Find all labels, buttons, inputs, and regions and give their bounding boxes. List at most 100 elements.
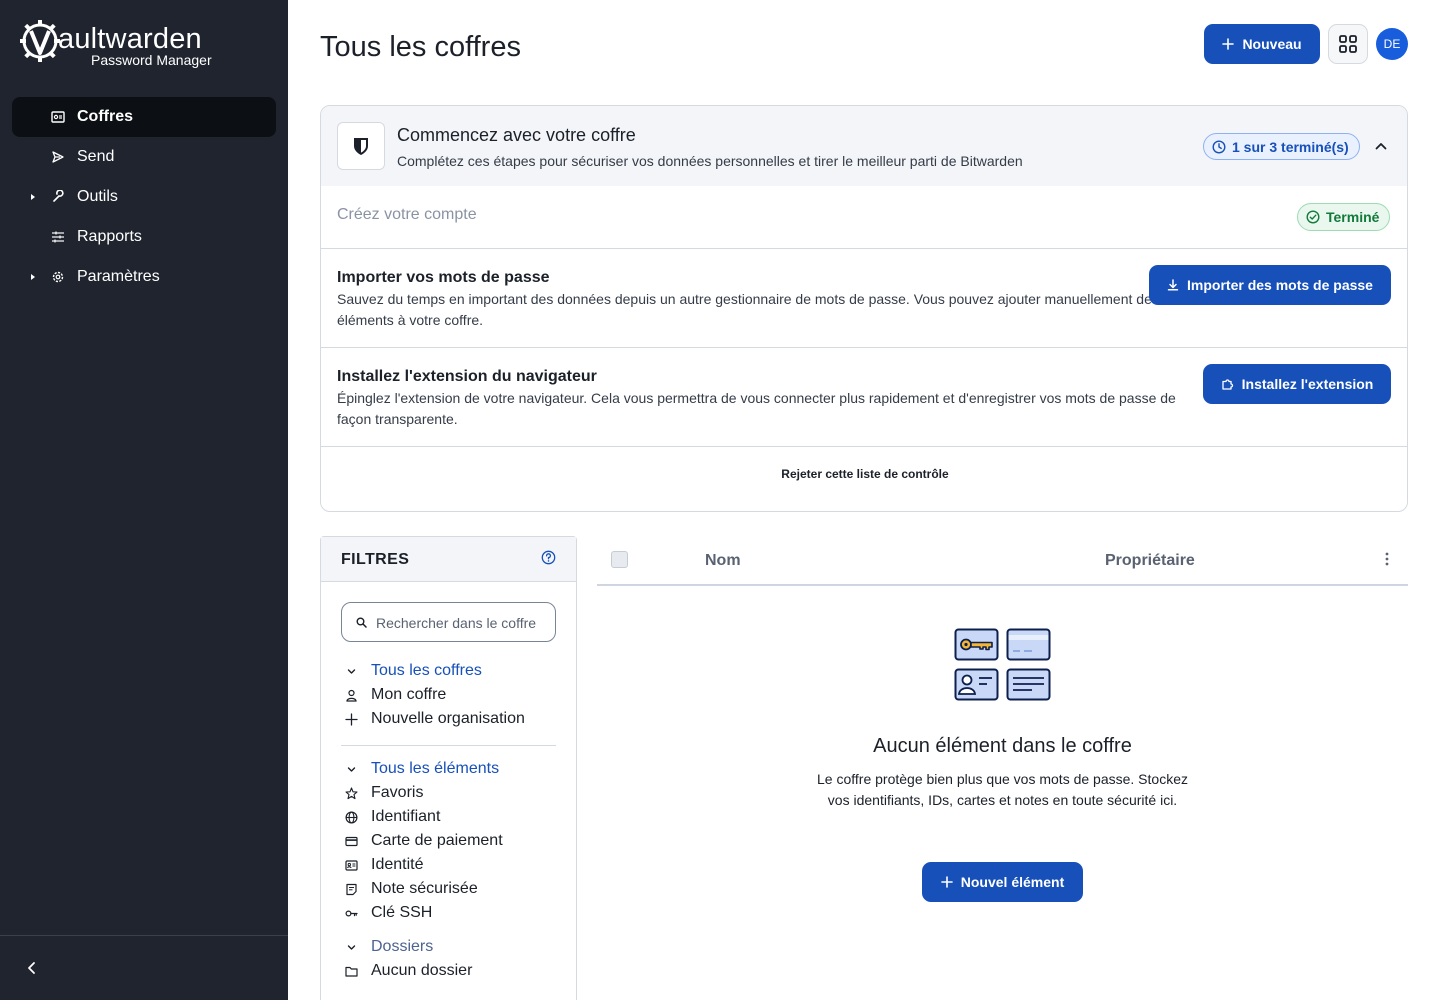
filter-label: Carte de paiement bbox=[371, 832, 503, 849]
column-header-owner[interactable]: Propriétaire bbox=[1105, 552, 1195, 570]
page-title: Tous les coffres bbox=[320, 31, 521, 63]
new-button-label: Nouveau bbox=[1242, 36, 1302, 52]
sidebar-item-outils[interactable]: Outils bbox=[12, 177, 276, 217]
filter-label: Identité bbox=[371, 856, 424, 873]
progress-text: 1 sur 3 terminé(s) bbox=[1232, 138, 1349, 155]
chevron-left-icon[interactable] bbox=[24, 960, 40, 976]
filter-label: Favoris bbox=[371, 784, 424, 801]
filters-title: FILTRES bbox=[341, 551, 410, 568]
avatar-initials: DE bbox=[1383, 37, 1401, 51]
product-switcher-button[interactable] bbox=[1328, 24, 1368, 64]
step-title: Installez l'extension du navigateur bbox=[337, 368, 597, 385]
filter-identity[interactable]: Identité bbox=[341, 854, 556, 876]
caret-right-icon bbox=[31, 194, 35, 200]
download-icon bbox=[1167, 279, 1179, 291]
grid-icon bbox=[1339, 35, 1357, 53]
filter-folders[interactable]: Dossiers bbox=[341, 936, 556, 958]
step-title: Importer vos mots de passe bbox=[337, 269, 550, 286]
filter-label: Note sécurisée bbox=[371, 880, 478, 897]
plus-icon bbox=[940, 876, 953, 888]
vault-icon bbox=[51, 111, 65, 123]
plus-icon bbox=[1222, 38, 1235, 50]
check-circle-icon bbox=[1306, 210, 1320, 224]
filter-no-folder[interactable]: Aucun dossier bbox=[341, 960, 556, 982]
new-item-button-label: Nouvel élément bbox=[960, 874, 1065, 890]
send-icon bbox=[52, 151, 64, 163]
import-passwords-button[interactable]: Importer des mots de passe bbox=[1149, 265, 1391, 305]
filter-label: Clé SSH bbox=[371, 904, 433, 921]
checklist-step-create-account: Créez votre compte Terminé bbox=[321, 186, 1407, 249]
id-card-icon bbox=[345, 860, 358, 871]
checklist-step-import: Importer vos mots de passe Sauvez du tem… bbox=[321, 249, 1407, 348]
clock-icon bbox=[1212, 139, 1226, 154]
filter-card[interactable]: Carte de paiement bbox=[341, 830, 556, 852]
sidebar-item-coffres[interactable]: Coffres bbox=[12, 97, 276, 137]
checklist-header: Commencez avec votre coffre Complétez ce… bbox=[321, 106, 1407, 186]
vault-items-illustration-icon bbox=[954, 628, 1051, 701]
note-icon bbox=[346, 883, 357, 896]
sidebar-nav: Coffres Send Outils Rapports Paramètres bbox=[12, 97, 276, 297]
sidebar: aultwarden Password Manager Coffres Send… bbox=[0, 0, 288, 1000]
filters-panel: FILTRES Tous les coffres Mon coffre Nouv… bbox=[320, 536, 577, 1000]
status-badge-label: Terminé bbox=[1326, 209, 1380, 225]
logo-subtitle: Password Manager bbox=[91, 52, 212, 68]
folder-icon bbox=[345, 966, 358, 977]
filter-label: Mon coffre bbox=[371, 686, 447, 703]
chevron-down-icon bbox=[347, 669, 356, 674]
help-icon[interactable] bbox=[541, 550, 556, 565]
new-button[interactable]: Nouveau bbox=[1204, 24, 1320, 64]
plus-icon bbox=[345, 713, 358, 726]
more-options-icon[interactable] bbox=[1381, 550, 1393, 568]
onboarding-checklist-card: Commencez avec votre coffre Complétez ce… bbox=[320, 105, 1408, 512]
status-badge: Terminé bbox=[1297, 203, 1391, 231]
empty-state-title: Aucun élément dans le coffre bbox=[873, 735, 1132, 757]
chevron-down-icon bbox=[347, 767, 356, 772]
column-header-name[interactable]: Nom bbox=[705, 552, 741, 570]
sidebar-item-label: Paramètres bbox=[77, 268, 160, 285]
step-description: Sauvez du temps en important des données… bbox=[337, 291, 1159, 328]
progress-badge: 1 sur 3 terminé(s) bbox=[1203, 133, 1360, 160]
filter-all-vaults[interactable]: Tous les coffres bbox=[341, 660, 556, 682]
new-item-button[interactable]: Nouvel élément bbox=[922, 862, 1083, 902]
puzzle-icon bbox=[1221, 378, 1233, 390]
filter-login[interactable]: Identifiant bbox=[341, 806, 556, 828]
search-input[interactable] bbox=[376, 612, 552, 634]
sidebar-item-label: Outils bbox=[77, 188, 118, 205]
chevron-up-icon[interactable] bbox=[1373, 138, 1389, 154]
credit-card-icon bbox=[345, 836, 358, 847]
import-button-label: Importer des mots de passe bbox=[1187, 277, 1373, 293]
sidebar-item-send[interactable]: Send bbox=[12, 137, 276, 177]
install-extension-button[interactable]: Installez l'extension bbox=[1203, 364, 1391, 404]
gear-icon bbox=[52, 271, 64, 283]
filter-label: Tous les coffres bbox=[371, 662, 482, 679]
dismiss-checklist-link[interactable]: Rejeter cette liste de contrôle bbox=[321, 467, 1407, 481]
filter-ssh-key[interactable]: Clé SSH bbox=[341, 902, 556, 924]
vault-search[interactable] bbox=[341, 602, 556, 642]
checklist-subtitle: Complétez ces étapes pour sécuriser vos … bbox=[397, 153, 1023, 169]
vaultwarden-logo[interactable]: aultwarden Password Manager bbox=[20, 18, 240, 68]
sidebar-item-label: Rapports bbox=[77, 228, 142, 245]
reports-icon bbox=[52, 231, 64, 243]
step-description: Épinglez l'extension de votre navigateur… bbox=[337, 390, 1176, 427]
key-icon bbox=[345, 910, 358, 917]
avatar[interactable]: DE bbox=[1376, 28, 1408, 60]
filter-my-vault[interactable]: Mon coffre bbox=[341, 684, 556, 706]
bitwarden-shield-icon bbox=[337, 122, 385, 170]
filter-label: Dossiers bbox=[371, 938, 434, 955]
select-all-checkbox[interactable] bbox=[611, 551, 628, 568]
filter-favorites[interactable]: Favoris bbox=[341, 782, 556, 804]
empty-vault-state: Aucun élément dans le coffre Le coffre p… bbox=[597, 586, 1408, 1000]
tools-icon bbox=[53, 190, 64, 202]
vaultwarden-gear-v-icon bbox=[20, 20, 60, 62]
extension-button-label: Installez l'extension bbox=[1241, 376, 1374, 392]
filter-secure-note[interactable]: Note sécurisée bbox=[341, 878, 556, 900]
sidebar-item-parametres[interactable]: Paramètres bbox=[12, 257, 276, 297]
filter-all-items[interactable]: Tous les éléments bbox=[341, 758, 556, 780]
globe-icon bbox=[345, 811, 358, 824]
filter-label: Aucun dossier bbox=[371, 962, 473, 979]
chevron-down-icon bbox=[347, 945, 356, 950]
vault-table-header: Nom Propriétaire bbox=[597, 536, 1408, 586]
filter-label: Tous les éléments bbox=[371, 760, 500, 777]
filter-new-organization[interactable]: Nouvelle organisation bbox=[341, 708, 556, 730]
sidebar-item-rapports[interactable]: Rapports bbox=[12, 217, 276, 257]
